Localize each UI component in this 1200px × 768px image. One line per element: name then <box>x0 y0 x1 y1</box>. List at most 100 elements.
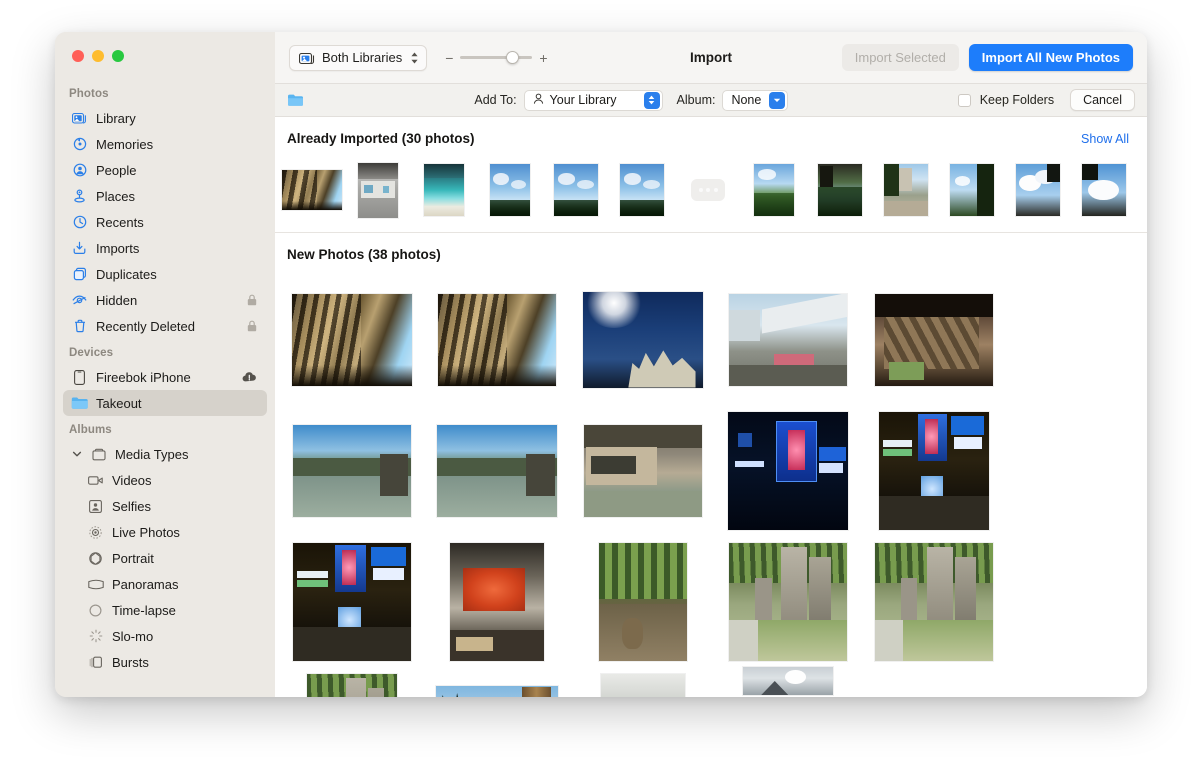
strip-cell[interactable] <box>675 157 741 223</box>
grid-cell[interactable] <box>861 274 1007 405</box>
photo-thumbnail[interactable] <box>582 291 703 388</box>
strip-cell[interactable] <box>1005 157 1071 223</box>
photo-thumbnail[interactable] <box>438 293 557 386</box>
strip-cell[interactable] <box>345 157 411 223</box>
add-to-chevron-icon[interactable] <box>643 91 660 109</box>
grid-cell[interactable] <box>279 536 425 667</box>
grid-cell[interactable] <box>716 274 862 405</box>
grid-cell[interactable] <box>570 536 716 667</box>
sidebar-item-bursts[interactable]: Bursts <box>63 649 267 675</box>
photo-thumbnail[interactable] <box>1016 164 1060 216</box>
sidebar-item-portrait[interactable]: Portrait <box>63 545 267 571</box>
photo-thumbnail[interactable] <box>291 293 412 386</box>
photo-thumbnail[interactable] <box>583 424 702 517</box>
sidebar-item-fireebok-iphone[interactable]: Fireebok iPhone <box>63 364 267 390</box>
grid-cell[interactable] <box>716 536 862 667</box>
photo-thumbnail[interactable] <box>884 164 928 216</box>
sidebar-item-panoramas[interactable]: Panoramas <box>63 571 267 597</box>
strip-cell[interactable] <box>477 157 543 223</box>
photo-thumbnail[interactable] <box>436 685 559 697</box>
already-imported-strip[interactable] <box>275 154 1147 226</box>
sidebar-item-takeout[interactable]: Takeout <box>63 390 267 416</box>
sidebar-item-slo-mo[interactable]: Slo-mo <box>63 623 267 649</box>
sidebar-item-people[interactable]: People <box>63 157 267 183</box>
sidebar-item-memories[interactable]: Memories <box>63 131 267 157</box>
library-selector[interactable]: Both Libraries <box>289 44 428 71</box>
chevron-down-icon[interactable] <box>71 450 82 458</box>
photo-thumbnail[interactable] <box>490 164 530 216</box>
album-chevron-down-icon[interactable] <box>769 91 786 109</box>
sidebar-item-recently-deleted[interactable]: Recently Deleted <box>63 313 267 339</box>
strip-cell[interactable] <box>807 157 873 223</box>
photo-thumbnail[interactable] <box>620 164 664 216</box>
sidebar-item-selfies[interactable]: Selfies <box>63 493 267 519</box>
zoom-in-label[interactable]: + <box>539 50 547 66</box>
photo-thumbnail[interactable] <box>554 164 598 216</box>
strip-cell[interactable] <box>411 157 477 223</box>
sidebar-item-recents[interactable]: Recents <box>63 209 267 235</box>
photo-thumbnail[interactable] <box>729 293 848 386</box>
sidebar-item-hidden[interactable]: Hidden <box>63 287 267 313</box>
photo-thumbnail[interactable] <box>600 673 685 697</box>
sidebar-item-imports[interactable]: Imports <box>63 235 267 261</box>
zoom-slider[interactable] <box>460 51 533 65</box>
album-popup[interactable]: None <box>722 89 789 111</box>
grid-cell[interactable] <box>570 667 716 697</box>
cancel-button[interactable]: Cancel <box>1070 89 1135 111</box>
sidebar-item-time-lapse[interactable]: Time-lapse <box>63 597 267 623</box>
sidebar-item-places[interactable]: Places <box>63 183 267 209</box>
photo-thumbnail[interactable] <box>818 164 862 216</box>
photo-thumbnail[interactable] <box>292 542 411 661</box>
grid-cell[interactable] <box>861 667 1007 697</box>
grid-cell[interactable] <box>716 667 862 697</box>
minimize-button[interactable] <box>92 50 104 62</box>
strip-cell[interactable] <box>609 157 675 223</box>
sidebar-item-library[interactable]: Library <box>63 105 267 131</box>
strip-cell[interactable] <box>1071 157 1137 223</box>
import-all-new-photos-button[interactable]: Import All New Photos <box>968 44 1133 71</box>
import-selected-button[interactable]: Import Selected <box>841 44 959 71</box>
zoom-out-label[interactable]: − <box>445 50 453 66</box>
sidebar-item-duplicates[interactable]: Duplicates <box>63 261 267 287</box>
grid-cell[interactable] <box>425 667 571 697</box>
grid-cell[interactable] <box>279 405 425 536</box>
photo-thumbnail[interactable] <box>874 293 993 386</box>
strip-cell[interactable] <box>543 157 609 223</box>
sidebar-scroll-area[interactable]: Photos Library Memories People Places Recents… <box>55 80 275 697</box>
photo-thumbnail[interactable] <box>743 667 834 695</box>
photo-thumbnail[interactable] <box>728 411 849 530</box>
close-button[interactable] <box>72 50 84 62</box>
strip-cell[interactable] <box>939 157 1005 223</box>
sidebar-item-videos[interactable]: Videos <box>63 467 267 493</box>
photo-thumbnail[interactable] <box>306 673 397 697</box>
more-photos-ellipsis-button[interactable] <box>691 179 725 201</box>
photo-thumbnail[interactable] <box>950 164 994 216</box>
grid-cell[interactable] <box>279 274 425 405</box>
sidebar-item-live-photos[interactable]: Live Photos <box>63 519 267 545</box>
photo-thumbnail[interactable] <box>729 542 848 661</box>
photo-thumbnail[interactable] <box>754 164 794 216</box>
grid-cell[interactable] <box>425 405 571 536</box>
keep-folders-checkbox[interactable] <box>957 93 971 107</box>
zoom-slider-knob[interactable] <box>506 51 520 64</box>
photo-thumbnail[interactable] <box>598 542 687 661</box>
maximize-button[interactable] <box>112 50 124 62</box>
photo-thumbnail[interactable] <box>358 162 398 218</box>
grid-cell[interactable] <box>425 274 571 405</box>
photo-thumbnail[interactable] <box>292 424 411 517</box>
photo-thumbnail[interactable] <box>1082 164 1126 216</box>
import-content[interactable]: Already Imported (30 photos) Show All Ne… <box>275 117 1147 697</box>
grid-cell[interactable] <box>425 536 571 667</box>
grid-cell[interactable] <box>279 667 425 697</box>
grid-cell[interactable] <box>861 536 1007 667</box>
grid-cell[interactable] <box>861 405 1007 536</box>
photo-thumbnail[interactable] <box>282 170 342 210</box>
show-all-link[interactable]: Show All <box>1081 132 1129 146</box>
stepper-icon[interactable] <box>410 51 419 65</box>
photo-thumbnail[interactable] <box>424 164 464 216</box>
grid-cell[interactable] <box>716 405 862 536</box>
photo-thumbnail[interactable] <box>878 411 989 530</box>
grid-cell[interactable] <box>570 274 716 405</box>
photo-thumbnail[interactable] <box>450 542 545 661</box>
sidebar-item-media-types[interactable]: Media Types <box>63 441 267 467</box>
